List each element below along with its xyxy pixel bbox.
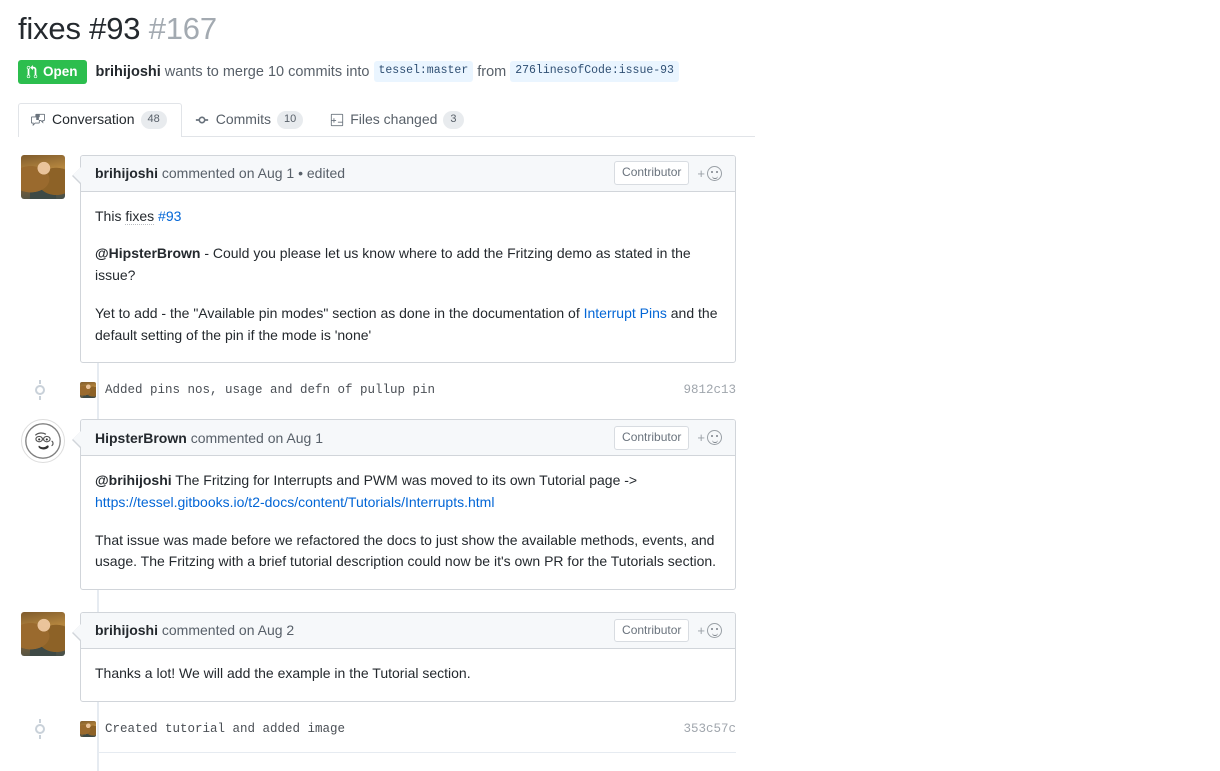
avatar-image [21,154,65,199]
comment-box: brihijoshi commented on Aug 1 • edited C… [72,154,736,364]
tab-conversation-label: Conversation [52,111,135,128]
comment-paragraph: Thanks a lot! We will add the example in… [95,664,471,681]
text-fragment: The Fritzing for Interrupts and PWM was … [171,472,638,489]
status-badge: Open [18,59,87,84]
comment-body: @brihijoshi The Fritzing for Interrupts … [81,456,735,589]
commit-message[interactable]: Added pins nos, usage and defn of pullup… [105,383,435,397]
author-association-badge: Contributor [614,618,690,643]
commit-row[interactable]: Added pins nos, usage and defn of pullup… [35,371,736,409]
comment-header: brihijoshi commented on Aug 1 • edited C… [81,155,735,192]
commit-author-avatar [80,382,96,399]
comment-paragraph: Yet to add - the "Available pin modes" s… [95,303,721,346]
pr-author[interactable]: brihijoshi [96,64,161,80]
comment-header-actions: Contributor + [614,161,725,186]
git-commit-icon [194,113,210,127]
tutorial-url-link[interactable]: https://tessel.gitbooks.io/t2-docs/conte… [95,494,494,510]
commit-sha[interactable]: 353c57c [683,722,736,736]
add-reaction-button[interactable]: + [697,165,725,181]
avatar-image [21,611,65,656]
timeline-node-icon [35,718,45,739]
plus-label: + [697,165,705,181]
pull-request-header: fixes #93 #167 Open brihijoshi wants to … [0,0,1220,84]
merge-description-pre: wants to merge 10 commits into [164,63,370,80]
tab-commits-count: 10 [276,110,304,129]
add-reaction-button[interactable]: + [697,622,725,638]
user-mention[interactable]: @HipsterBrown [95,245,200,261]
comment-paragraph: This fixes #93 [95,206,721,228]
author-association-badge: Contributor [614,161,690,186]
misspelled-word: fixes [125,207,155,225]
comment-body: This fixes #93 @HipsterBrown - Could you… [81,192,735,362]
user-mention[interactable]: @brihijoshi [95,472,172,488]
comment-header-actions: Contributor + [614,425,725,450]
tab-files-changed-count: 3 [443,110,464,129]
commit-row[interactable]: Created tutorial and added image 353c57c [35,710,736,748]
timeline-comment-2: HipsterBrown commented on Aug 1 Contribu… [18,419,778,590]
text-fragment: Yet to add - the "Available pin modes" s… [95,304,584,321]
avatar-image [80,720,96,737]
pull-request-tabs: Conversation 48 Commits 10 Files changed… [18,102,755,137]
commit-author-avatar [80,720,96,737]
pull-request-subheader: Open brihijoshi wants to merge 10 commit… [18,59,1220,84]
commit-sha[interactable]: 9812c13 [683,383,736,397]
comment-paragraph: @HipsterBrown - Could you please let us … [95,243,721,286]
comment-header: HipsterBrown commented on Aug 1 Contribu… [81,420,735,457]
comment-timestamp: commented on Aug 2 [161,622,295,639]
avatar[interactable] [21,419,65,464]
comment-timestamp: commented on Aug 1 [190,429,323,446]
comment-header: brihijoshi commented on Aug 2 Contributo… [81,612,735,649]
commit-message[interactable]: Created tutorial and added image [105,722,345,736]
merge-description-mid: from [477,63,507,80]
comment-body: Thanks a lot! We will add the example in… [81,649,735,701]
tab-conversation[interactable]: Conversation 48 [18,102,182,137]
pr-title-text: fixes #93 [18,11,141,46]
interrupt-pins-link[interactable]: Interrupt Pins [584,305,667,321]
comment-discussion-icon [30,113,46,127]
comment-timestamp: commented on Aug 1 • edited [161,165,346,182]
status-badge-label: Open [43,64,78,79]
timeline-comment-1: brihijoshi commented on Aug 1 • edited C… [18,154,778,364]
timeline-comment-3: brihijoshi commented on Aug 2 Contributo… [18,611,778,702]
comment-box: brihijoshi commented on Aug 2 Contributo… [72,611,736,702]
tab-conversation-count: 48 [140,110,167,129]
smiley-icon [707,430,722,446]
avatar[interactable] [21,154,65,199]
comment-author[interactable]: HipsterBrown [95,430,187,446]
git-pull-request-icon [26,64,38,79]
tab-commits[interactable]: Commits 10 [182,103,318,137]
tab-files-changed[interactable]: Files changed 3 [318,103,478,137]
avatar-image [80,382,96,399]
smiley-icon [707,622,722,638]
comment-header-actions: Contributor + [614,618,725,643]
head-branch-label[interactable]: 276linesofCode:issue-93 [510,61,679,83]
comment-box: HipsterBrown commented on Aug 1 Contribu… [72,419,736,590]
avatar[interactable] [21,611,65,656]
add-reaction-button[interactable]: + [697,430,725,446]
plus-label: + [697,430,705,446]
tab-files-changed-label: Files changed [350,111,438,128]
tab-commits-label: Commits [215,111,271,128]
page-title: fixes #93 #167 [18,4,1220,49]
file-diff-icon [330,113,344,127]
pr-number: #167 [148,11,217,46]
comment-author[interactable]: brihijoshi [95,165,158,181]
author-association-badge: Contributor [614,425,690,450]
comment-author[interactable]: brihijoshi [95,622,158,638]
timeline-divider [98,751,736,753]
conversation-timeline: brihijoshi commented on Aug 1 • edited C… [18,137,778,771]
plus-label: + [697,622,705,638]
issue-link[interactable]: #93 [158,208,181,224]
text-fragment: This [95,207,126,224]
base-branch-label[interactable]: tessel:master [373,61,474,83]
comment-paragraph: That issue was made before we refactored… [95,531,717,570]
timeline-node-icon [35,380,45,401]
smiley-icon [707,165,722,181]
comment-paragraph: @brihijoshi The Fritzing for Interrupts … [95,470,721,513]
avatar-image [25,423,61,460]
